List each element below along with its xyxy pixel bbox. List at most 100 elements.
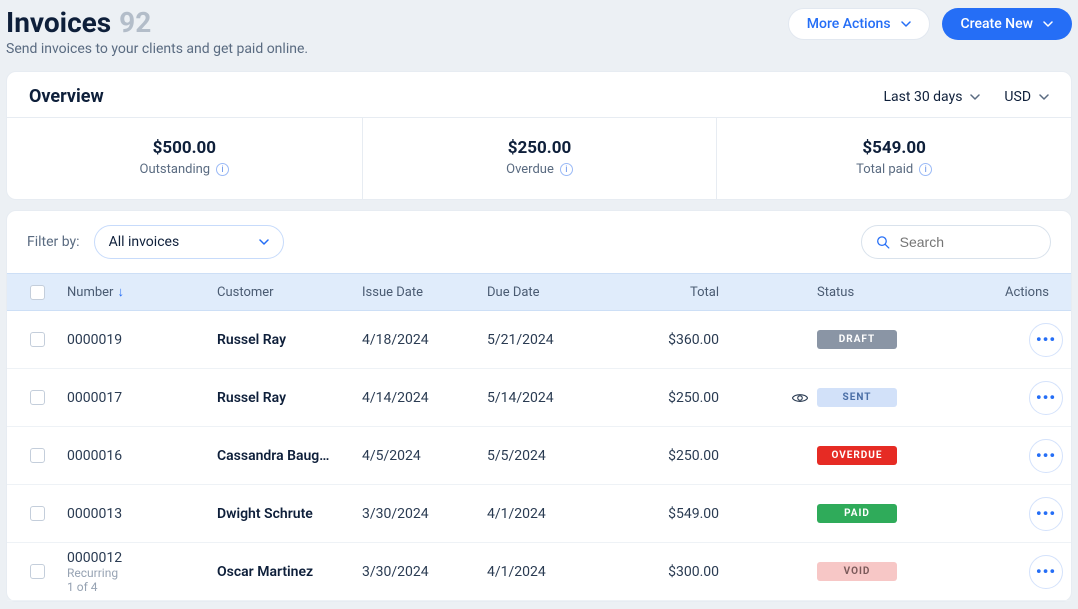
row-actions-button[interactable]: ••• [1029, 497, 1063, 531]
stat-label: Overdue i [506, 162, 573, 177]
eye-icon [791, 389, 809, 407]
date-range-selector[interactable]: Last 30 days [884, 89, 981, 105]
row-total: $250.00 [623, 448, 723, 464]
table-row[interactable]: 0000012Recurring1 of 4Oscar Martinez3/30… [7, 543, 1071, 601]
table-row[interactable]: 0000019Russel Ray4/18/20245/21/2024$360.… [7, 311, 1071, 369]
row-checkbox[interactable] [30, 506, 45, 521]
stat-value: $549.00 [717, 138, 1071, 158]
row-customer: Russel Ray [213, 390, 358, 406]
header-actions: More Actions Create New [788, 8, 1072, 40]
ellipsis-icon: ••• [1036, 390, 1056, 406]
ellipsis-icon: ••• [1036, 564, 1056, 580]
sort-arrow-icon: ↓ [117, 285, 124, 300]
page-title: Invoices [6, 6, 111, 39]
row-actions-button[interactable]: ••• [1029, 439, 1063, 473]
ellipsis-icon: ••• [1036, 448, 1056, 464]
col-issue-date[interactable]: Issue Date [358, 285, 483, 300]
row-total: $360.00 [623, 332, 723, 348]
col-total[interactable]: Total [623, 285, 723, 300]
row-subtext: Recurring1 of 4 [67, 566, 209, 594]
row-number: 0000013 [67, 506, 209, 522]
chevron-down-icon [1043, 19, 1053, 29]
chevron-down-icon [901, 19, 911, 29]
filter-select[interactable]: All invoices [94, 225, 284, 259]
currency-selector[interactable]: USD [1004, 89, 1049, 105]
filter-value: All invoices [109, 234, 180, 250]
page-subtitle: Send invoices to your clients and get pa… [6, 41, 308, 57]
invoice-list-card: Filter by: All invoices Number↓ Customer… [6, 210, 1072, 602]
row-customer: Oscar Martinez [213, 564, 358, 580]
create-new-label: Create New [961, 16, 1033, 32]
row-total: $300.00 [623, 564, 723, 580]
table-header-row: Number↓ Customer Issue Date Due Date Tot… [7, 273, 1071, 311]
row-customer: Cassandra Baug… [213, 448, 358, 464]
table-body: 0000019Russel Ray4/18/20245/21/2024$360.… [7, 311, 1071, 601]
stat-value: $250.00 [363, 138, 717, 158]
ellipsis-icon: ••• [1036, 332, 1056, 348]
currency-label: USD [1004, 89, 1031, 105]
stat-value: $500.00 [7, 138, 362, 158]
status-badge: PAID [817, 504, 897, 523]
search-box[interactable] [861, 225, 1051, 259]
row-actions-button[interactable]: ••• [1029, 381, 1063, 415]
row-issue-date: 3/30/2024 [358, 506, 483, 522]
select-all-checkbox[interactable] [30, 285, 45, 300]
row-number: 0000019 [67, 332, 209, 348]
overview-card: Overview Last 30 days USD $500.00 Outstan… [6, 71, 1072, 200]
row-due-date: 4/1/2024 [483, 506, 623, 522]
row-due-date: 5/21/2024 [483, 332, 623, 348]
row-number: 0000012 [67, 550, 209, 566]
row-issue-date: 4/18/2024 [358, 332, 483, 348]
col-number[interactable]: Number↓ [63, 284, 213, 300]
row-total: $549.00 [623, 506, 723, 522]
filter-label: Filter by: [27, 234, 80, 250]
status-badge: VOID [817, 562, 897, 581]
page-header: Invoices 92 Send invoices to your client… [6, 6, 1072, 61]
create-new-button[interactable]: Create New [942, 8, 1072, 40]
table-row[interactable]: 0000013Dwight Schrute3/30/20244/1/2024$5… [7, 485, 1071, 543]
date-range-label: Last 30 days [884, 89, 963, 105]
row-actions-button[interactable]: ••• [1029, 555, 1063, 589]
col-due-date[interactable]: Due Date [483, 285, 623, 300]
col-status[interactable]: Status [813, 285, 997, 300]
info-icon[interactable]: i [919, 163, 932, 176]
title-block: Invoices 92 Send invoices to your client… [6, 6, 308, 57]
row-number: 0000017 [67, 390, 209, 406]
row-checkbox[interactable] [30, 332, 45, 347]
overview-stats: $500.00 Outstanding i $250.00 Overdue i $549… [7, 117, 1071, 199]
row-number: 0000016 [67, 448, 209, 464]
row-customer: Russel Ray [213, 332, 358, 348]
status-badge: OVERDUE [817, 446, 897, 465]
search-icon [876, 234, 890, 250]
overview-title: Overview [29, 86, 104, 107]
info-icon[interactable]: i [560, 163, 573, 176]
row-checkbox[interactable] [30, 390, 45, 405]
more-actions-label: More Actions [807, 16, 891, 32]
overview-stat: $500.00 Outstanding i [7, 118, 362, 199]
row-due-date: 4/1/2024 [483, 564, 623, 580]
table-row[interactable]: 0000016Cassandra Baug…4/5/20245/5/2024$2… [7, 427, 1071, 485]
row-checkbox[interactable] [30, 448, 45, 463]
row-viewed [723, 389, 813, 407]
overview-stat: $549.00 Total paid i [716, 118, 1071, 199]
row-total: $250.00 [623, 390, 723, 406]
row-issue-date: 3/30/2024 [358, 564, 483, 580]
table-row[interactable]: 0000017Russel Ray4/14/20245/14/2024$250.… [7, 369, 1071, 427]
col-actions: Actions [997, 285, 1067, 300]
row-issue-date: 4/14/2024 [358, 390, 483, 406]
status-badge: DRAFT [817, 330, 897, 349]
stat-label: Total paid i [856, 162, 932, 177]
row-checkbox[interactable] [30, 564, 45, 579]
chevron-down-icon [259, 237, 269, 247]
col-customer[interactable]: Customer [213, 285, 358, 300]
row-due-date: 5/14/2024 [483, 390, 623, 406]
ellipsis-icon: ••• [1036, 506, 1056, 522]
row-actions-button[interactable]: ••• [1029, 323, 1063, 357]
stat-label: Outstanding i [140, 162, 230, 177]
more-actions-button[interactable]: More Actions [788, 8, 930, 40]
invoice-count: 92 [119, 6, 151, 39]
status-badge: SENT [817, 388, 897, 407]
search-input[interactable] [900, 234, 1036, 250]
info-icon[interactable]: i [216, 163, 229, 176]
chevron-down-icon [1039, 92, 1049, 102]
